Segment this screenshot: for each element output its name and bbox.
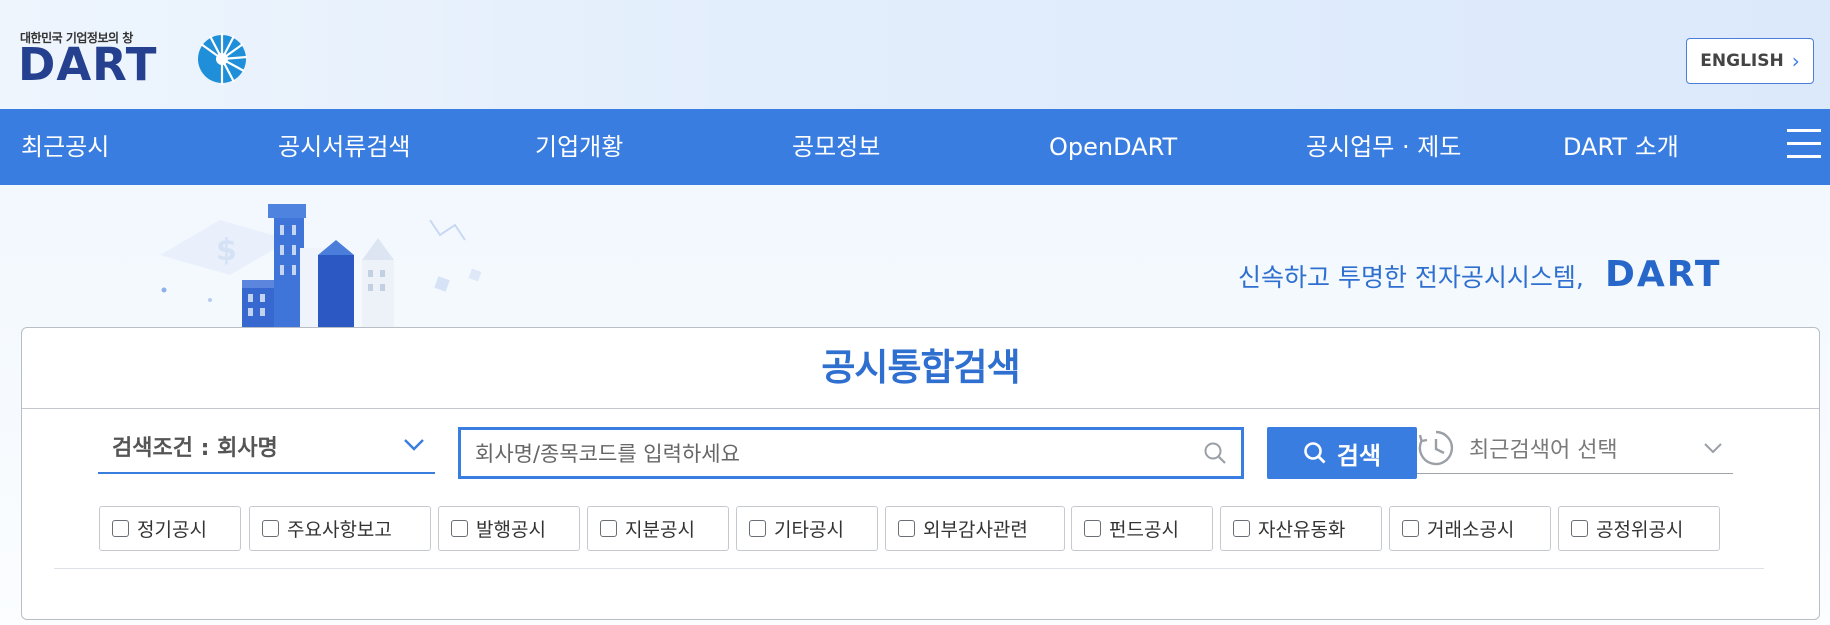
checkbox[interactable]	[1233, 520, 1250, 537]
filter-label: 발행공시	[476, 519, 546, 541]
title-divider	[22, 408, 1819, 409]
filter-ftc[interactable]: 공정위공시	[1558, 506, 1720, 551]
filter-label: 외부감사관련	[923, 519, 1028, 541]
hero-slogan-brand: DART	[1605, 254, 1722, 295]
integrated-search-panel: 공시통합검색 검색조건 : 회사명 검색 최근검색어 선택	[21, 327, 1820, 620]
filter-asset-securitization[interactable]: 자산유동화	[1220, 506, 1382, 551]
checkbox[interactable]	[1402, 520, 1419, 537]
filter-label: 거래소공시	[1427, 519, 1515, 541]
filter-fund[interactable]: 펀드공시	[1071, 506, 1213, 551]
checkbox[interactable]	[749, 520, 766, 537]
search-condition-select[interactable]: 검색조건 : 회사명	[98, 424, 435, 474]
recent-search-select[interactable]: 최근검색어 선택	[1417, 424, 1733, 474]
nav-item-disclosure-policy[interactable]: 공시업무 · 제도	[1306, 109, 1461, 185]
checkbox[interactable]	[1571, 520, 1588, 537]
company-search-field[interactable]	[458, 427, 1244, 479]
site-header: 대한민국 기업정보의 창 DART ENGLISH ›	[0, 0, 1830, 109]
checkbox[interactable]	[262, 520, 279, 537]
checkbox[interactable]	[898, 520, 915, 537]
filter-other[interactable]: 기타공시	[736, 506, 878, 551]
chevron-down-icon	[404, 439, 424, 451]
nav-item-company-overview[interactable]: 기업개황	[535, 109, 623, 185]
checkbox[interactable]	[112, 520, 129, 537]
filter-exchange[interactable]: 거래소공시	[1389, 506, 1551, 551]
chevron-right-icon: ›	[1791, 49, 1800, 73]
search-icon[interactable]	[1203, 441, 1227, 465]
nav-item-document-search[interactable]: 공시서류검색	[278, 109, 410, 185]
search-condition-label: 검색조건 : 회사명	[112, 436, 278, 461]
search-panel-title: 공시통합검색	[821, 346, 1020, 389]
filter-label: 자산유동화	[1258, 519, 1346, 541]
main-nav: 최근공시 공시서류검색 기업개황 공모정보 OpenDART 공시업무 · 제도…	[0, 109, 1830, 185]
filter-major-events[interactable]: 주요사항보고	[249, 506, 431, 551]
nav-item-offering-info[interactable]: 공모정보	[792, 109, 880, 185]
filter-external-audit[interactable]: 외부감사관련	[885, 506, 1065, 551]
history-clock-icon	[1418, 430, 1454, 466]
nav-item-about-dart[interactable]: DART 소개	[1563, 109, 1679, 185]
logo-sunburst-icon	[198, 33, 248, 85]
filter-label: 공정위공시	[1596, 519, 1684, 541]
filter-label: 기타공시	[774, 519, 844, 541]
logo-wordmark: DART	[18, 38, 158, 91]
chevron-down-icon	[1704, 443, 1722, 454]
english-button-label: ENGLISH	[1700, 51, 1784, 71]
nav-item-opendart[interactable]: OpenDART	[1049, 109, 1177, 185]
filters-divider	[54, 568, 1764, 569]
hero-slogan: 신속하고 투명한 전자공시시스템,	[1238, 263, 1584, 292]
checkbox[interactable]	[600, 520, 617, 537]
filter-periodic[interactable]: 정기공시	[99, 506, 241, 551]
filter-label: 주요사항보고	[287, 519, 392, 541]
english-button[interactable]: ENGLISH ›	[1686, 38, 1814, 84]
svg-text:$: $	[216, 233, 237, 268]
checkbox[interactable]	[451, 520, 468, 537]
recent-search-label: 최근검색어 선택	[1469, 438, 1618, 463]
search-button-label: 검색	[1336, 441, 1382, 470]
filter-equity[interactable]: 지분공시	[587, 506, 729, 551]
checkbox[interactable]	[1084, 520, 1101, 537]
city-illustration: $	[160, 204, 482, 330]
filter-label: 지분공시	[625, 519, 695, 541]
hamburger-menu-icon[interactable]	[1787, 129, 1821, 161]
filter-label: 펀드공시	[1109, 519, 1179, 541]
company-search-input[interactable]	[473, 436, 1177, 472]
disclosure-type-filters: 정기공시 주요사항보고 발행공시 지분공시 기타공시 외부감사관련 펀드공시 자…	[99, 506, 1799, 552]
nav-item-recent-disclosures[interactable]: 최근공시	[21, 109, 109, 185]
search-button[interactable]: 검색	[1267, 427, 1417, 479]
filter-issuance[interactable]: 발행공시	[438, 506, 580, 551]
filter-label: 정기공시	[137, 519, 207, 541]
search-icon	[1304, 442, 1326, 464]
dart-logo[interactable]: 대한민국 기업정보의 창 DART	[18, 29, 248, 91]
